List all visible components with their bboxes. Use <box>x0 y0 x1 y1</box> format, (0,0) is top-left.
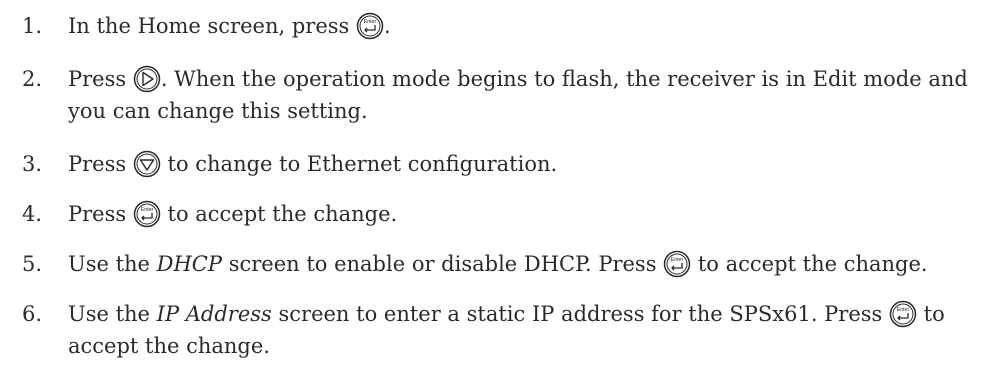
right-arrow-key-icon <box>133 65 161 93</box>
step-text: Use the DHCP screen to enable or disable… <box>68 250 928 278</box>
step-number: 3. <box>22 152 43 176</box>
step-number: 2. <box>22 67 43 91</box>
enter-key-icon: Enter <box>663 250 691 278</box>
step-number: 6. <box>22 302 43 326</box>
step-text: Press Enter to accept the change. <box>68 200 398 228</box>
down-arrow-key-icon <box>133 150 161 178</box>
svg-text:Enter: Enter <box>897 307 910 313</box>
step-number: 1. <box>22 14 43 38</box>
enter-key-icon: Enter <box>133 200 161 228</box>
svg-text:Enter: Enter <box>671 257 684 263</box>
enter-key-icon: Enter <box>889 300 917 328</box>
step-text: Press to change to Ethernet configuratio… <box>68 150 558 178</box>
step-text: Use the IP Address screen to enter a sta… <box>68 300 945 358</box>
step-text: In the Home screen, press Enter . <box>68 12 391 40</box>
step-number: 4. <box>22 202 43 226</box>
step-text: Press . When the operation mode begins t… <box>68 65 968 123</box>
svg-text:Enter: Enter <box>364 19 377 25</box>
svg-text:Enter: Enter <box>141 207 154 213</box>
enter-key-icon: Enter <box>356 12 384 40</box>
step-number: 5. <box>22 252 43 276</box>
